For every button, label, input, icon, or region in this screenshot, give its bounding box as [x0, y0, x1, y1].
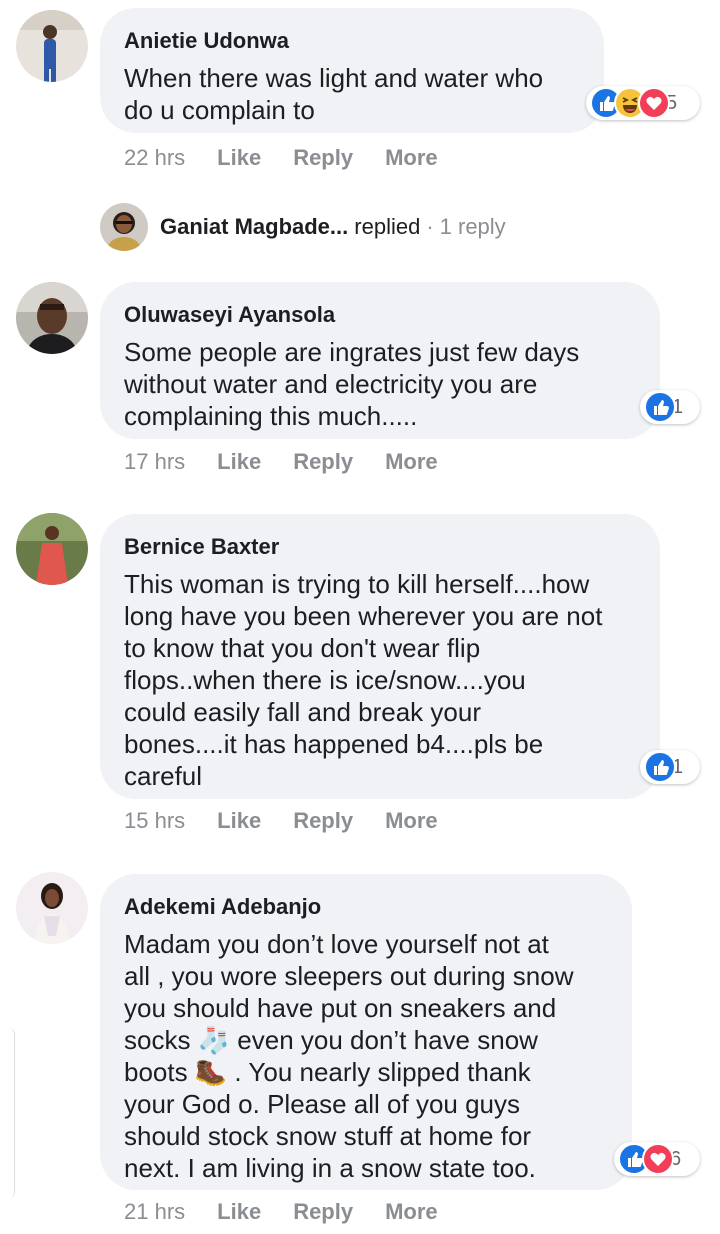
love-reaction-icon	[642, 1143, 674, 1175]
reply-thread-preview[interactable]: Ganiat Magbade... replied · 1 reply	[100, 202, 506, 252]
comment-timestamp: 22 hrs	[124, 145, 186, 170]
reply-button[interactable]: Reply	[293, 808, 353, 834]
comment-3: Bernice Baxter This woman is trying to k…	[0, 505, 720, 855]
avatar[interactable]	[16, 282, 88, 354]
comment-bubble: Anietie Udonwa When there was light and …	[100, 8, 604, 133]
like-reaction-icon	[644, 391, 676, 423]
reply-count[interactable]: 1 reply	[440, 214, 506, 240]
comment-text: Some people are ingrates just few days w…	[124, 337, 580, 431]
replier-name[interactable]: Ganiat Magbade...	[160, 214, 348, 240]
comment-text: When there was light and water who do u …	[124, 63, 544, 125]
like-reaction-icon	[644, 751, 676, 783]
more-button[interactable]: More	[385, 1199, 438, 1225]
avatar[interactable]	[16, 513, 88, 585]
comment-timestamp: 17 hrs	[124, 449, 186, 474]
comment-text: Madam you don’t love yourself not at all…	[124, 929, 574, 1183]
like-button[interactable]: Like	[217, 449, 261, 475]
commenter-name[interactable]: Anietie Udonwa	[124, 28, 580, 54]
reply-button[interactable]: Reply	[293, 145, 353, 171]
like-button[interactable]: Like	[217, 145, 261, 171]
comment-text: This woman is trying to kill herself....…	[124, 569, 603, 791]
comment-bubble: Adekemi Adebanjo Madam you don’t love yo…	[100, 874, 632, 1190]
more-button[interactable]: More	[385, 449, 438, 475]
love-reaction-icon	[638, 87, 670, 119]
comment-timestamp: 21 hrs	[124, 1199, 186, 1224]
comment-actions: 15 hrs Like Reply More	[124, 808, 470, 834]
like-button[interactable]: Like	[217, 1199, 261, 1225]
reply-separator: ·	[426, 214, 434, 239]
comment-bubble: Bernice Baxter This woman is trying to k…	[100, 514, 660, 799]
reply-button[interactable]: Reply	[293, 1199, 353, 1225]
commenter-name[interactable]: Adekemi Adebanjo	[124, 894, 608, 920]
comment-4: Adekemi Adebanjo Madam you don’t love yo…	[0, 866, 720, 1234]
comment-2: Oluwaseyi Ayansola Some people are ingra…	[0, 270, 720, 500]
comment-actions: 22 hrs Like Reply More	[124, 145, 470, 171]
replied-label: replied	[354, 214, 421, 239]
more-button[interactable]: More	[385, 145, 438, 171]
comment-1: Anietie Udonwa When there was light and …	[0, 0, 720, 200]
more-button[interactable]: More	[385, 808, 438, 834]
commenter-name[interactable]: Bernice Baxter	[124, 534, 636, 560]
avatar[interactable]	[16, 10, 88, 82]
reaction-summary[interactable]: 5	[586, 86, 700, 120]
commenter-name[interactable]: Oluwaseyi Ayansola	[124, 302, 636, 328]
reaction-summary[interactable]: 1	[640, 750, 700, 784]
like-button[interactable]: Like	[217, 808, 261, 834]
comment-actions: 17 hrs Like Reply More	[124, 449, 470, 475]
avatar[interactable]	[100, 203, 148, 251]
side-panel-edge	[0, 1028, 15, 1198]
reply-button[interactable]: Reply	[293, 449, 353, 475]
comment-bubble: Oluwaseyi Ayansola Some people are ingra…	[100, 282, 660, 439]
reaction-summary[interactable]: 6	[614, 1142, 700, 1176]
comment-timestamp: 15 hrs	[124, 808, 186, 833]
avatar[interactable]	[16, 872, 88, 944]
reaction-summary[interactable]: 1	[640, 390, 700, 424]
comment-actions: 21 hrs Like Reply More	[124, 1199, 470, 1225]
